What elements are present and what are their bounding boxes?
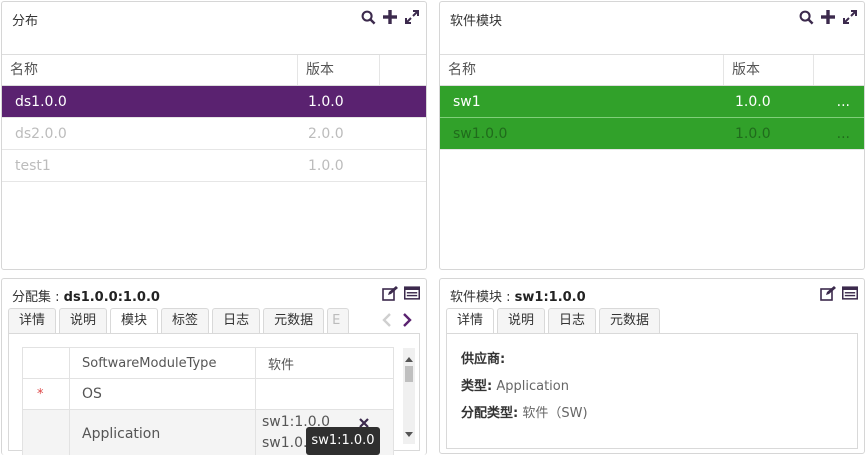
search-icon[interactable] xyxy=(798,9,814,25)
distribution-row[interactable]: ds2.0.0 2.0.0 xyxy=(2,118,426,150)
search-icon[interactable] xyxy=(360,9,376,25)
header-software: 软件 xyxy=(255,347,394,379)
row-version: 2.0.0 xyxy=(308,126,344,142)
tab-tags[interactable]: 标签 xyxy=(161,308,210,333)
metadata-icon[interactable] xyxy=(404,285,420,301)
row-name: ds2.0.0 xyxy=(15,126,67,142)
tabs-scroll-left-icon[interactable] xyxy=(382,313,392,331)
module-type-os: OS xyxy=(69,378,256,410)
detail-value: 软件（SW) xyxy=(522,406,588,421)
details-title-prefix: 软件模块 : xyxy=(450,290,515,305)
details-toolbar xyxy=(820,285,858,301)
details-title-value: ds1.0.0:1.0.0 xyxy=(63,290,160,305)
details-tabs: 详情 说明 日志 元数据 xyxy=(446,308,661,333)
column-extra xyxy=(814,55,864,85)
distribution-row[interactable]: test1 1.0.0 xyxy=(2,150,426,182)
details-title-prefix: 分配集 : xyxy=(12,290,64,305)
details-tab-content: 供应商: 类型: Application 分配类型: 软件（SW) xyxy=(446,333,858,449)
detail-vendor: 供应商: xyxy=(461,348,505,367)
software-module-panel-title: 软件模块 xyxy=(450,14,503,29)
column-name[interactable]: 名称 xyxy=(2,55,298,85)
tooltip: sw1:1.0.0 xyxy=(306,427,380,455)
column-extra xyxy=(380,55,426,85)
tab-modules[interactable]: 模块 xyxy=(110,308,159,333)
row-version: 1.0.0 xyxy=(735,94,771,110)
edit-icon[interactable] xyxy=(820,285,836,301)
details-tabs: 详情 说明 模块 标签 日志 元数据 E xyxy=(8,308,350,333)
scrollbar-thumb[interactable] xyxy=(405,366,413,382)
detail-label: 供应商: xyxy=(461,352,506,367)
tab-logs[interactable]: 日志 xyxy=(212,308,261,333)
row-more-menu[interactable]: ... xyxy=(814,118,864,149)
software-module-panel: 软件模块 名称 版本 sw1 1.0.0 ... sw1.0.0 1.0.0 .… xyxy=(439,1,865,270)
tabs-scroll-right-icon[interactable] xyxy=(402,313,412,331)
column-version[interactable]: 版本 xyxy=(724,55,814,85)
software-module-row[interactable]: sw1.0.0 1.0.0 ... xyxy=(440,118,864,150)
distribution-panel-title: 分布 xyxy=(12,14,39,29)
detail-assignment-type: 分配类型: 软件（SW) xyxy=(461,402,588,421)
add-icon[interactable] xyxy=(382,9,398,25)
tab-metadata[interactable]: 元数据 xyxy=(263,308,325,333)
column-version[interactable]: 版本 xyxy=(298,55,380,85)
software-module-row[interactable]: sw1 1.0.0 ... xyxy=(440,86,864,118)
details-title: 软件模块 : sw1:1.0.0 xyxy=(450,286,586,305)
distribution-table-header: 名称 版本 xyxy=(2,54,426,86)
tab-description[interactable]: 说明 xyxy=(497,308,546,333)
column-name[interactable]: 名称 xyxy=(440,55,724,85)
tab-details[interactable]: 详情 xyxy=(446,308,495,333)
tab-truncated[interactable]: E xyxy=(327,308,350,333)
expand-icon[interactable] xyxy=(842,9,858,25)
scroll-up-icon[interactable] xyxy=(405,350,413,366)
required-marker: * xyxy=(22,378,70,410)
metadata-icon[interactable] xyxy=(842,285,858,301)
tab-logs[interactable]: 日志 xyxy=(548,308,597,333)
distribution-toolbar xyxy=(360,9,420,25)
tab-description[interactable]: 说明 xyxy=(59,308,108,333)
distribution-row[interactable]: ds1.0.0 1.0.0 xyxy=(2,86,426,118)
details-toolbar xyxy=(382,285,420,301)
add-icon[interactable] xyxy=(820,9,836,25)
row-name: ds1.0.0 xyxy=(15,94,67,110)
detail-label: 分配类型: xyxy=(461,406,519,421)
scroll-down-icon[interactable] xyxy=(405,426,413,442)
row-more-menu[interactable]: ... xyxy=(814,86,864,117)
scrollbar[interactable] xyxy=(403,348,415,444)
row-version: 1.0.0 xyxy=(308,94,344,110)
module-software-cell xyxy=(255,378,394,410)
detail-type: 类型: Application xyxy=(461,375,569,394)
header-software-module-type: SoftwareModuleType xyxy=(69,347,256,379)
tab-metadata[interactable]: 元数据 xyxy=(599,308,661,333)
details-title-value: sw1:1.0.0 xyxy=(514,290,586,305)
detail-label: 类型: xyxy=(461,379,493,394)
row-name: sw1 xyxy=(453,94,481,110)
software-module-toolbar xyxy=(798,9,858,25)
row-name: test1 xyxy=(15,158,51,174)
tab-details[interactable]: 详情 xyxy=(8,308,57,333)
row-version: 1.0.0 xyxy=(308,158,344,174)
detail-value: Application xyxy=(496,379,569,394)
expand-icon[interactable] xyxy=(404,9,420,25)
details-title: 分配集 : ds1.0.0:1.0.0 xyxy=(12,286,160,305)
software-module-table-header: 名称 版本 xyxy=(440,54,864,86)
module-type-application: Application xyxy=(69,409,256,455)
row-name: sw1.0.0 xyxy=(453,126,508,142)
row-version: 1.0.0 xyxy=(735,126,771,142)
software-module-details-panel: 软件模块 : sw1:1.0.0 详情 说明 日志 元数据 供应商: 类型: A… xyxy=(439,278,865,454)
edit-icon[interactable] xyxy=(382,285,398,301)
distribution-panel: 分布 名称 版本 ds1.0.0 1.0.0 ds2.0.0 2.0.0 tes… xyxy=(1,1,427,270)
